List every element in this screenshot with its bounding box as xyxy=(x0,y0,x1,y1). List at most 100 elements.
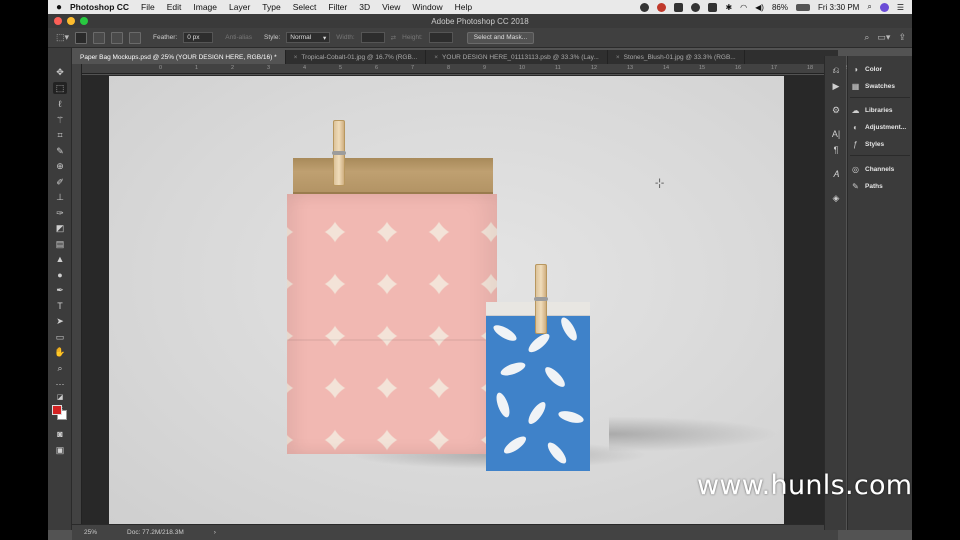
character-panel-icon[interactable]: A| xyxy=(830,128,842,140)
panel-libraries[interactable]: ☁ Libraries xyxy=(850,103,912,117)
user-avatar-icon[interactable] xyxy=(879,2,889,12)
tab-paper-bag-mockups[interactable]: Paper Bag Mockups.psd @ 25% (YOUR DESIGN… xyxy=(72,50,286,64)
adjustment-circle-icon: ◐ xyxy=(853,122,858,132)
workspace-icon[interactable]: ▭▾ xyxy=(877,32,890,43)
brush-tool-icon[interactable]: ✐ xyxy=(53,176,67,188)
status-menu-arrow[interactable]: › xyxy=(214,529,216,536)
menu-file[interactable]: File xyxy=(141,2,155,12)
foreground-color-swatch[interactable] xyxy=(52,405,62,415)
subtract-selection-button[interactable] xyxy=(111,31,124,44)
layers-panel-icon[interactable]: ◈ xyxy=(830,192,842,204)
zoom-level[interactable]: 25% xyxy=(84,529,97,536)
menu-app-name[interactable]: Photoshop CC xyxy=(70,2,129,12)
volume-icon[interactable]: ◀) xyxy=(755,3,764,12)
gradient-tool-icon[interactable]: ▤ xyxy=(53,238,67,250)
notification-center-icon[interactable]: ☰ xyxy=(897,3,904,12)
path-selection-tool-icon[interactable]: ➤ xyxy=(53,315,67,327)
menu-window[interactable]: Window xyxy=(412,2,442,12)
blur-tool-icon[interactable]: ▲ xyxy=(53,253,67,265)
clone-stamp-tool-icon[interactable]: ⊥ xyxy=(53,191,67,203)
select-and-mask-button[interactable]: Select and Mask... xyxy=(466,31,535,44)
menu-edit[interactable]: Edit xyxy=(167,2,182,12)
horizontal-ruler[interactable]: 012345678910111213141516171819 xyxy=(82,64,849,74)
style-select[interactable]: Normal ▾ xyxy=(286,32,331,43)
dodge-tool-icon[interactable]: ● xyxy=(53,269,67,281)
panel-paths[interactable]: ✎ Paths xyxy=(850,179,912,193)
eraser-tool-icon[interactable]: ◩ xyxy=(53,222,67,234)
zoom-tool-icon[interactable]: ⌕ xyxy=(53,362,67,374)
marquee-tool-icon[interactable]: ⬚ xyxy=(53,82,67,94)
feather-input[interactable]: 0 px xyxy=(183,32,214,43)
close-tab-icon[interactable]: × xyxy=(434,54,438,61)
wifi-icon[interactable]: ◠ xyxy=(740,3,747,12)
vertical-ruler[interactable] xyxy=(72,64,82,524)
minimize-window-button[interactable] xyxy=(67,17,75,25)
apple-icon[interactable]: ● xyxy=(48,2,70,13)
rectangle-tool-icon[interactable]: ▭ xyxy=(53,331,67,343)
tab-stones-blush[interactable]: × Stones_Blush-01.jpg @ 33.3% (RGB... xyxy=(608,50,745,64)
paragraph-panel-icon[interactable]: ¶ xyxy=(830,144,842,156)
menu-layer[interactable]: Layer xyxy=(229,2,250,12)
document-canvas[interactable]: -¦- xyxy=(109,76,784,525)
history-brush-tool-icon[interactable]: ✑ xyxy=(53,207,67,219)
marquee-preset-icon[interactable]: ⬚▾ xyxy=(56,32,69,43)
more-tools-icon[interactable]: ⋯ xyxy=(53,378,67,390)
search-icon[interactable]: ⌕ xyxy=(864,32,869,43)
battery-icon[interactable] xyxy=(796,3,810,11)
height-label: Height: xyxy=(402,34,423,41)
panel-color[interactable]: ◑ Color xyxy=(850,62,912,76)
panel-channels[interactable]: ◎ Channels xyxy=(850,162,912,176)
upload-icon[interactable] xyxy=(708,2,718,12)
dropbox-icon[interactable] xyxy=(674,2,684,12)
menu-3d[interactable]: 3D xyxy=(359,2,370,12)
chevron-down-icon: ▾ xyxy=(322,34,327,42)
actions-play-icon[interactable]: ▶ xyxy=(830,80,842,92)
battery-percent[interactable]: 86% xyxy=(772,3,788,12)
add-selection-button[interactable] xyxy=(93,31,106,44)
clock[interactable]: Fri 3:30 PM xyxy=(818,3,859,12)
close-tab-icon[interactable]: × xyxy=(616,54,620,61)
menu-view[interactable]: View xyxy=(382,2,400,12)
share-icon[interactable]: ⇪ xyxy=(898,32,906,43)
move-tool-icon[interactable]: ✥ xyxy=(53,66,67,78)
panel-adjustments[interactable]: ◐ Adjustment... xyxy=(850,120,912,134)
height-input[interactable] xyxy=(428,32,453,43)
close-tab-icon[interactable]: × xyxy=(294,54,298,61)
swap-dimensions-icon[interactable]: ⇄ xyxy=(391,34,396,42)
crop-tool-icon[interactable]: ⌗ xyxy=(53,129,67,141)
intersect-selection-button[interactable] xyxy=(129,31,142,44)
hand-tool-icon[interactable]: ✋ xyxy=(53,346,67,358)
tab-your-design-here[interactable]: × YOUR DESIGN HERE_01113113.psb @ 33.3% … xyxy=(426,50,608,64)
properties-panel-icon[interactable]: ⚙ xyxy=(830,104,842,116)
magic-wand-tool-icon[interactable]: ⚚ xyxy=(53,114,67,126)
menu-select[interactable]: Select xyxy=(293,2,317,12)
pen-tool-icon[interactable]: ✒ xyxy=(53,284,67,296)
default-colors-icon[interactable]: ◪ ⇆ xyxy=(53,392,67,413)
zoom-window-button[interactable] xyxy=(80,17,88,25)
record-icon[interactable] xyxy=(640,2,650,12)
screen-mode-icon[interactable]: ▣ xyxy=(53,444,67,456)
history-panel-icon[interactable]: ⎌ xyxy=(830,64,842,76)
quick-mask-icon[interactable]: ◙ xyxy=(53,428,67,440)
spotlight-search-icon[interactable]: ⌕ xyxy=(867,2,871,12)
ruler-tick-label: 7 xyxy=(411,65,415,71)
panel-swatches[interactable]: ▦ Swatches xyxy=(850,79,912,93)
panel-styles[interactable]: ƒ Styles xyxy=(850,137,912,151)
cc-icon[interactable] xyxy=(657,2,667,12)
glyphs-panel-icon[interactable]: 𝐴 xyxy=(830,168,842,180)
new-selection-button[interactable] xyxy=(75,31,88,44)
menu-type[interactable]: Type xyxy=(262,2,280,12)
eyedropper-tool-icon[interactable]: ✎ xyxy=(53,145,67,157)
width-input[interactable] xyxy=(360,32,385,43)
lasso-tool-icon[interactable]: ℓ xyxy=(53,98,67,110)
healing-brush-tool-icon[interactable]: ⊕ xyxy=(53,160,67,172)
type-tool-icon[interactable]: T xyxy=(53,300,67,312)
menu-help[interactable]: Help xyxy=(455,2,472,12)
menu-image[interactable]: Image xyxy=(193,2,217,12)
bluetooth-icon[interactable]: ✱ xyxy=(725,3,732,12)
close-window-button[interactable] xyxy=(54,17,62,25)
antialias-checkbox[interactable]: Anti-alias xyxy=(225,34,252,41)
cloud-icon[interactable] xyxy=(691,2,701,12)
tab-tropical-cobalt[interactable]: × Tropical-Cobalt-01.jpg @ 16.7% (RGB... xyxy=(286,50,427,64)
menu-filter[interactable]: Filter xyxy=(328,2,347,12)
